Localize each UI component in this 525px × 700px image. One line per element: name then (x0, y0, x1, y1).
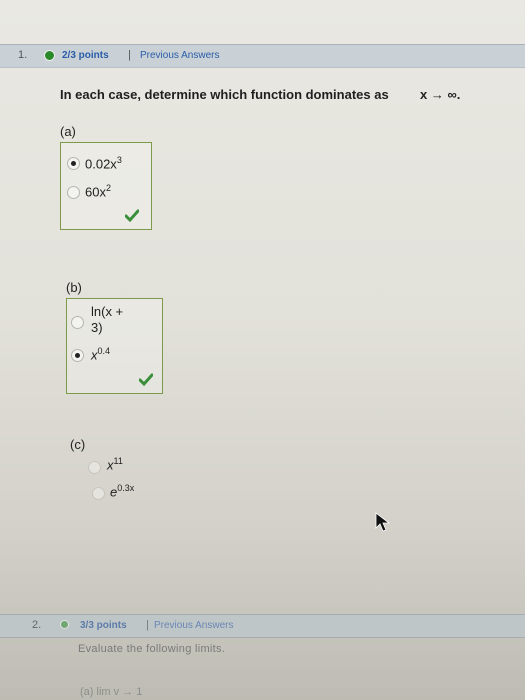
question-2-header: 2. 3/3 points | Previous Answers (0, 614, 525, 638)
previous-answers-link[interactable]: Previous Answers (154, 620, 233, 631)
option-b1-label: ln(x +3) (91, 304, 124, 335)
option-c1-label: x11 (107, 456, 123, 473)
part-c-label: (c) (70, 437, 86, 452)
part-a-answer-box: 0.02x3 60x2 (60, 142, 152, 230)
assignment-page: 1. 2/3 points | Previous Answers In each… (0, 0, 525, 700)
part-b-answer-box: ln(x +3) x0.4 (66, 298, 163, 394)
option-a1-label: 0.02x3 (85, 155, 122, 172)
radio-option-c1[interactable] (88, 461, 101, 474)
question-number: 1. (18, 49, 28, 61)
part-b-label: (b) (66, 280, 82, 295)
radio-option-a2[interactable] (67, 186, 80, 199)
radio-option-b1[interactable] (71, 316, 84, 329)
status-icon (60, 620, 69, 629)
separator: | (146, 619, 149, 631)
radio-option-b2[interactable] (71, 349, 84, 362)
correct-check-icon (125, 209, 139, 223)
previous-answers-link[interactable]: Previous Answers (140, 50, 219, 61)
radio-option-c2[interactable] (92, 487, 105, 500)
limit-item-a: (a) lim v → 1 (80, 686, 143, 698)
correct-check-icon (139, 373, 153, 387)
question-2-prompt: Evaluate the following limits. (78, 643, 226, 655)
option-b2-label: x0.4 (91, 346, 111, 363)
radio-option-a1[interactable] (67, 157, 80, 170)
separator: | (128, 49, 131, 61)
question-number: 2. (32, 619, 42, 631)
points-label: 2/3 points (62, 50, 109, 61)
prompt-math: x → ∞. (420, 87, 461, 102)
option-a2-label: 60x2 (85, 183, 111, 200)
mouse-cursor-icon (375, 512, 391, 532)
points-label: 3/3 points (80, 620, 127, 631)
question-1-header: 1. 2/3 points | Previous Answers (0, 44, 525, 68)
part-a-label: (a) (60, 124, 76, 139)
status-icon (44, 50, 55, 61)
option-c2-label: e0.3x (110, 483, 135, 500)
question-prompt: In each case, determine which function d… (60, 87, 389, 102)
